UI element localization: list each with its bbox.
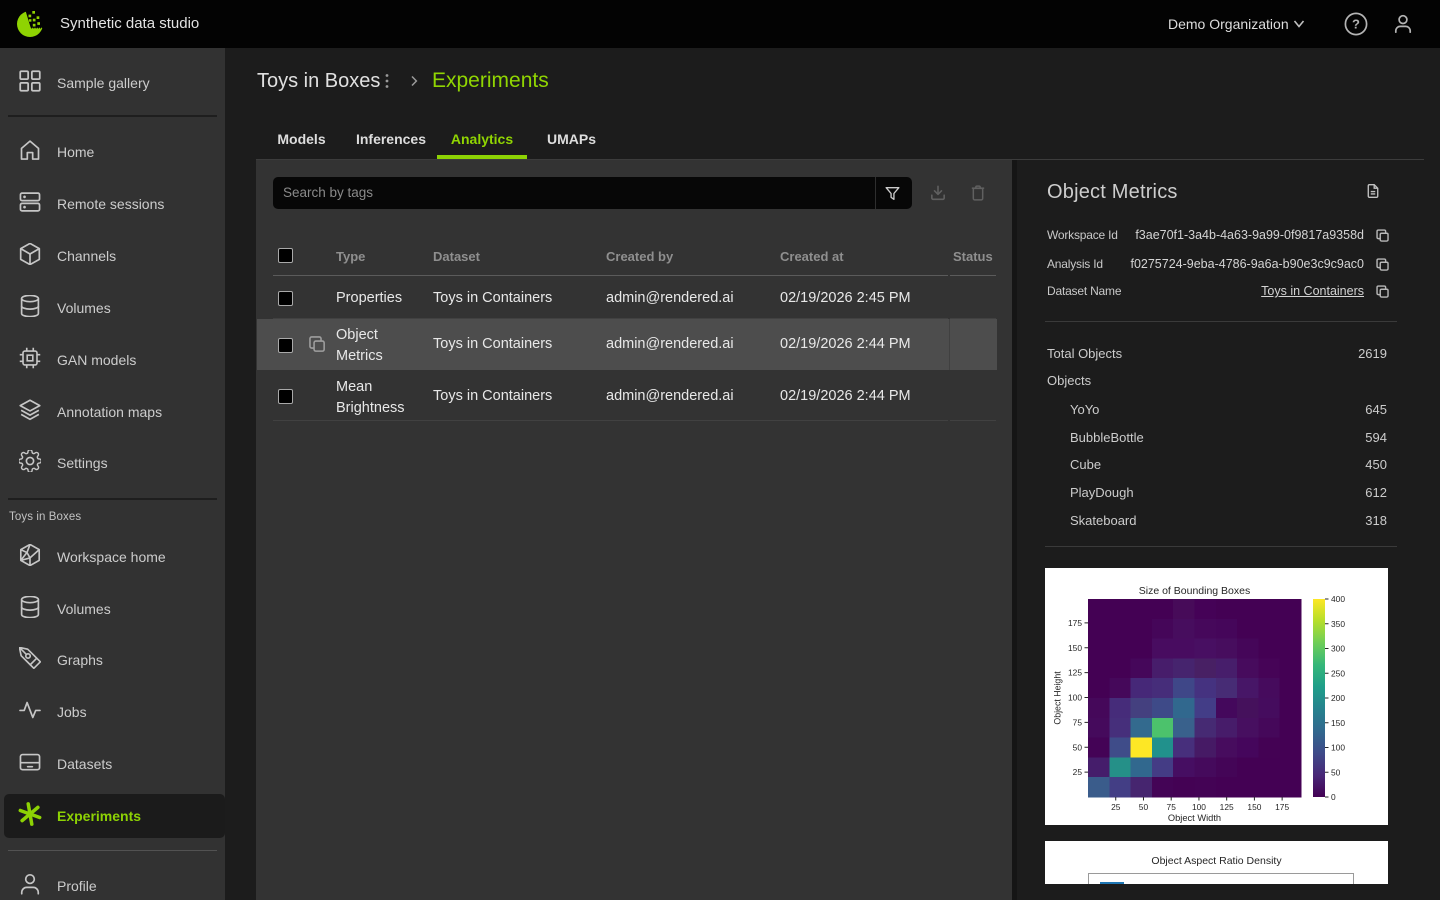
svg-text:Size of Bounding Boxes: Size of Bounding Boxes: [1139, 585, 1251, 597]
svg-text:50: 50: [1073, 742, 1083, 752]
svg-text:0: 0: [1331, 792, 1336, 802]
svg-text:Object Width: Object Width: [1168, 813, 1221, 823]
svg-text:175: 175: [1068, 618, 1082, 628]
svg-text:50: 50: [1331, 767, 1341, 777]
svg-text:25: 25: [1073, 767, 1083, 777]
svg-text:300: 300: [1331, 644, 1345, 654]
svg-text:150: 150: [1068, 643, 1082, 653]
svg-text:125: 125: [1220, 802, 1234, 812]
svg-text:100: 100: [1192, 802, 1206, 812]
svg-text:100: 100: [1331, 743, 1345, 753]
svg-text:200: 200: [1331, 693, 1345, 703]
svg-text:150: 150: [1331, 718, 1345, 728]
svg-text:150: 150: [1247, 802, 1261, 812]
svg-text:400: 400: [1331, 594, 1345, 604]
svg-text:75: 75: [1073, 717, 1083, 727]
svg-text:75: 75: [1167, 802, 1177, 812]
svg-text:250: 250: [1331, 668, 1345, 678]
svg-text:Object Height: Object Height: [1053, 671, 1063, 725]
svg-text:350: 350: [1331, 619, 1345, 629]
svg-text:100: 100: [1068, 693, 1082, 703]
svg-text:125: 125: [1068, 668, 1082, 678]
svg-text:175: 175: [1275, 802, 1289, 812]
svg-text:?: ?: [1352, 17, 1360, 32]
svg-text:50: 50: [1139, 802, 1149, 812]
svg-text:25: 25: [1111, 802, 1121, 812]
